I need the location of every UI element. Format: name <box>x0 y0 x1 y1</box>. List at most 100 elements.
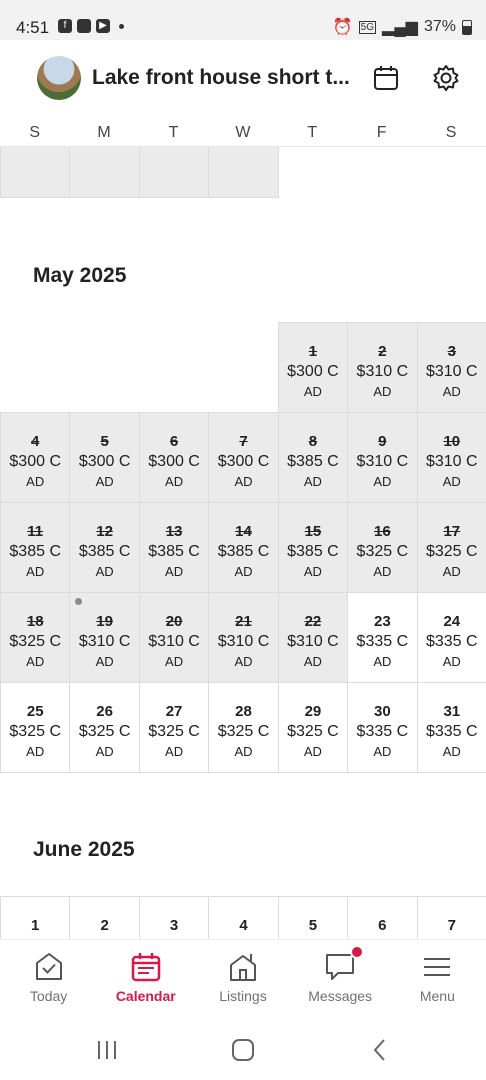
nav-messages[interactable]: Messages <box>292 940 389 1020</box>
calendar-day-cell[interactable]: 6 $300 C AD <box>138 412 210 503</box>
day-tag: AD <box>373 654 392 669</box>
calendar-day-cell[interactable]: 23 $335 C AD <box>347 592 418 683</box>
day-price: $385 C <box>287 543 339 560</box>
weekday-label: T <box>168 124 179 141</box>
calendar-day-cell[interactable]: 2 <box>69 896 140 939</box>
calendar-day-cell[interactable]: 30 $335 C AD <box>347 682 418 773</box>
calendar-day-cell[interactable]: 5 <box>277 896 349 939</box>
calendar-day-cell[interactable]: 4 <box>208 896 279 939</box>
day-price: $385 C <box>217 543 270 560</box>
back-button[interactable] <box>365 1035 395 1065</box>
weekday-label: M <box>97 124 111 141</box>
calendar-day-cell[interactable]: 24 $335 C AD <box>416 592 486 683</box>
calendar-day-cell[interactable]: 3 $310 C AD <box>416 322 486 413</box>
calendar-day-cell[interactable]: 1 $300 C AD <box>277 322 349 413</box>
day-price: $335 C <box>356 723 409 740</box>
battery-percent: 37% <box>423 18 456 35</box>
calendar-icon <box>131 953 161 982</box>
day-number: 4 <box>239 917 248 934</box>
nav-calendar[interactable]: Calendar <box>97 940 194 1020</box>
day-tag: AD <box>234 564 253 579</box>
status-system-icons: ⏰ 5G ▂▄▆ 37% <box>333 17 472 37</box>
calendar-day-cell[interactable]: $385 CAD <box>69 147 140 198</box>
day-number: 13 <box>165 523 183 540</box>
listing-title[interactable]: Lake front house short t... <box>92 66 354 90</box>
calendar-day-cell[interactable]: 19 $310 C AD <box>69 592 140 683</box>
calendar-day-cell[interactable]: 2 $310 C AD <box>347 322 418 413</box>
calendar-day-cell[interactable]: 1 <box>0 896 71 939</box>
calendar-day-cell[interactable]: 3 <box>138 896 210 939</box>
calendar-day-cell[interactable]: 9 $310 C AD <box>347 412 418 503</box>
calendar-day-cell[interactable]: 15 $385 C AD <box>277 502 349 593</box>
day-tag: AD <box>442 744 461 759</box>
day-number: 2 <box>378 343 387 360</box>
calendar-grid[interactable]: $385 CAD$385 CAD$385 CAD$385 CADMay 2025… <box>0 147 486 939</box>
calendar-day-cell[interactable]: 28 $325 C AD <box>208 682 279 773</box>
listing-avatar[interactable] <box>37 56 81 100</box>
calendar-day-cell[interactable]: 14 $385 C AD <box>208 502 279 593</box>
day-price: $385 C <box>78 543 131 560</box>
day-price: $300 C <box>287 363 339 380</box>
day-price: $335 C <box>425 633 478 650</box>
nav-label: Listings <box>219 988 267 1004</box>
nav-today[interactable]: Today <box>0 940 97 1020</box>
calendar-day-cell[interactable]: $385 CAD <box>0 147 71 198</box>
nav-listings[interactable]: Listings <box>194 940 291 1020</box>
calendar-day-cell[interactable]: 7 <box>416 896 486 939</box>
calendar-day-cell[interactable]: 4 $300 C AD <box>0 412 71 503</box>
day-price: $310 C <box>287 633 339 650</box>
calendar-day-cell[interactable]: 22 $310 C AD <box>277 592 349 683</box>
settings-button[interactable] <box>430 62 462 94</box>
calendar-day-cell[interactable]: 29 $325 C AD <box>277 682 349 773</box>
weekday-label: S <box>445 124 457 141</box>
calendar-day-cell[interactable]: 27 $325 C AD <box>138 682 210 773</box>
day-price: $325 C <box>9 723 61 740</box>
weekday-label: T <box>307 124 318 141</box>
day-price: $310 C <box>217 633 270 650</box>
calendar-day-cell[interactable]: $385 CAD <box>208 147 279 198</box>
calendar-day-cell[interactable]: 17 $325 C AD <box>416 502 486 593</box>
calendar-view-button[interactable] <box>370 62 402 94</box>
calendar-day-cell[interactable]: 25 $325 C AD <box>0 682 71 773</box>
day-tag: AD <box>303 474 322 489</box>
calendar-day-cell[interactable]: 26 $325 C AD <box>69 682 140 773</box>
month-title: May 2025 <box>33 264 127 287</box>
weekday-label: W <box>235 124 251 141</box>
calendar-day-cell[interactable]: 5 $300 C AD <box>69 412 140 503</box>
calendar-day-cell[interactable]: 18 $325 C AD <box>0 592 71 683</box>
day-number: 1 <box>31 917 40 934</box>
day-tag: AD <box>165 564 184 579</box>
calendar-day-cell[interactable]: 6 <box>347 896 418 939</box>
calendar-day-cell[interactable]: 21 $310 C AD <box>208 592 279 683</box>
alarm-icon: ⏰ <box>332 19 353 36</box>
day-price: $385 C <box>148 543 200 560</box>
calendar-day-cell[interactable]: 20 $310 C AD <box>138 592 210 683</box>
calendar-day-cell[interactable]: 13 $385 C AD <box>138 502 210 593</box>
calendar-day-cell[interactable]: 7 $300 C AD <box>208 412 279 503</box>
calendar-day-cell[interactable]: 16 $325 C AD <box>347 502 418 593</box>
day-price: $310 C <box>425 363 478 380</box>
day-number: 30 <box>374 703 391 720</box>
nav-menu[interactable]: Menu <box>389 940 486 1020</box>
day-tag: AD <box>26 474 45 489</box>
calendar-day-cell[interactable]: 12 $385 C AD <box>69 502 140 593</box>
day-tag: AD <box>234 654 253 669</box>
calendar-day-cell[interactable]: 11 $385 C AD <box>0 502 71 593</box>
day-price: $310 C <box>78 633 131 650</box>
calendar-day-cell[interactable]: $385 CAD <box>138 147 210 198</box>
day-tag: AD <box>95 654 114 669</box>
recent-apps-button[interactable] <box>92 1035 122 1065</box>
calendar-day-cell[interactable]: 31 $335 C AD <box>416 682 486 773</box>
calendar-day-cell[interactable]: 10 $310 C AD <box>416 412 486 503</box>
day-tag: AD <box>234 474 253 489</box>
day-price: $300 C <box>9 453 61 470</box>
day-number: 25 <box>26 703 44 720</box>
day-number: 7 <box>239 433 248 450</box>
day-tag: AD <box>26 564 45 579</box>
home-button[interactable] <box>228 1035 258 1065</box>
calendar-day-cell[interactable]: 8 $385 C AD <box>277 412 349 503</box>
day-tag: AD <box>373 474 392 489</box>
day-price: $310 C <box>148 633 200 650</box>
day-tag: AD <box>373 384 392 399</box>
home-icon <box>232 1039 254 1061</box>
